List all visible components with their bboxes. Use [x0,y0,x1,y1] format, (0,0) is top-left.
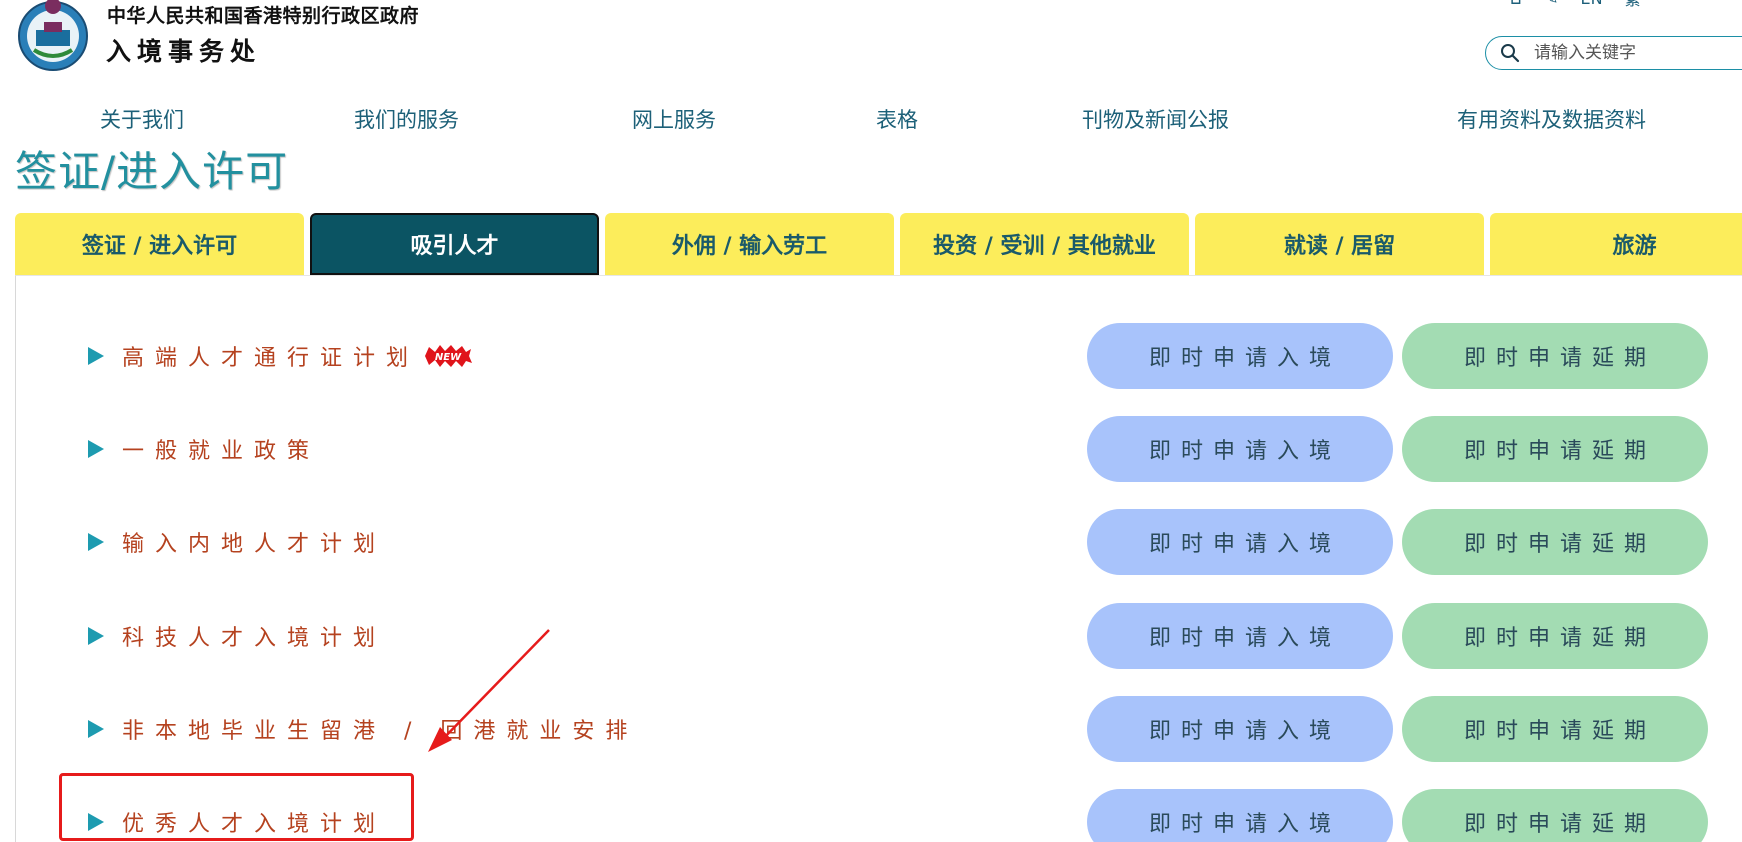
nav-our-services[interactable]: 我们的服务 [354,104,459,134]
main-navigation: 关于我们 我们的服务 网上服务 表格 刊物及新闻公报 有用资料及数据资料 [0,104,1742,134]
utility-bar: ⌂ ✎ EN 繁 [1510,0,1641,10]
bullet-triangle-icon [88,627,104,645]
apply-entry-button[interactable]: 即时申请入境 [1087,416,1393,482]
apply-extension-button[interactable]: 即时申请延期 [1402,603,1708,669]
tab-domestic-helpers-labour[interactable]: 外佣 / 输入劳工 [605,213,894,275]
tab-investment-training-employment[interactable]: 投资 / 受训 / 其他就业 [900,213,1189,275]
bullet-triangle-icon [88,533,104,551]
apply-extension-button[interactable]: 即时申请延期 [1402,509,1708,575]
search-input[interactable] [1534,43,1742,63]
scheme-label: 一般就业政策 [122,439,321,464]
language-traditional-link[interactable]: 繁 [1625,0,1641,10]
apply-entry-button[interactable]: 即时申请入境 [1087,323,1393,389]
search-box[interactable] [1485,36,1742,70]
nav-online-services[interactable]: 网上服务 [632,104,716,134]
bullet-triangle-icon [88,440,104,458]
home-icon[interactable]: ⌂ [1510,0,1521,9]
svg-text:NEW: NEW [435,352,462,363]
bullet-triangle-icon [88,813,104,831]
search-icon[interactable] [1500,43,1520,63]
scheme-item-general-employment[interactable]: 一般就业政策 [88,431,320,467]
scheme-label: 输入内地人才计划 [122,532,387,557]
tab-visa-entry-permit[interactable]: 签证 / 进入许可 [15,213,304,275]
apply-extension-button[interactable]: 即时申请延期 [1402,696,1708,762]
scheme-item-non-local-graduates[interactable]: 非本地毕业生留港 / 回港就业安排 [88,711,638,747]
tab-travel[interactable]: 旅游 [1490,213,1742,275]
apply-entry-button[interactable]: 即时申请入境 [1087,696,1393,762]
scheme-item-top-talent-pass[interactable]: 高端人才通行证计划 NEW [88,338,473,374]
apply-extension-button[interactable]: 即时申请延期 [1402,323,1708,389]
page-title: 签证/进入许可 [15,147,289,196]
nav-forms[interactable]: 表格 [876,104,918,134]
department-name: 入境事务处 [106,37,262,66]
scheme-label: 优秀人才入境计划 [122,812,387,837]
scheme-item-quality-migrant[interactable]: 优秀人才入境计划 [88,804,386,840]
scheme-label: 高端人才通行证计划 [122,346,420,371]
nav-useful-info-statistics[interactable]: 有用资料及数据资料 [1457,104,1646,134]
apply-entry-button[interactable]: 即时申请入境 [1087,509,1393,575]
accessibility-icon[interactable]: ✎ [1543,0,1558,9]
bullet-triangle-icon [88,347,104,365]
nav-publications-press[interactable]: 刊物及新闻公报 [1082,104,1229,134]
scheme-label: 非本地毕业生留港 / 回港就业安排 [122,719,639,744]
bullet-triangle-icon [88,720,104,738]
new-badge-icon: NEW [425,345,473,367]
hksar-emblem-logo[interactable] [14,0,92,74]
government-name: 中华人民共和国香港特别行政区政府 [107,5,420,27]
apply-extension-button[interactable]: 即时申请延期 [1402,416,1708,482]
scheme-item-mainland-talents[interactable]: 输入内地人才计划 [88,524,386,560]
tab-study-residence[interactable]: 就读 / 居留 [1195,213,1484,275]
language-en-link[interactable]: EN [1581,0,1603,8]
apply-extension-button[interactable]: 即时申请延期 [1402,789,1708,842]
scheme-label: 科技人才入境计划 [122,626,387,651]
nav-about-us[interactable]: 关于我们 [100,104,184,134]
tab-attract-talent[interactable]: 吸引人才 [310,213,599,275]
apply-entry-button[interactable]: 即时申请入境 [1087,603,1393,669]
scheme-item-technology-talent[interactable]: 科技人才入境计划 [88,618,386,654]
category-tabs: 签证 / 进入许可 吸引人才 外佣 / 输入劳工 投资 / 受训 / 其他就业 … [15,213,1742,275]
apply-entry-button[interactable]: 即时申请入境 [1087,789,1393,842]
